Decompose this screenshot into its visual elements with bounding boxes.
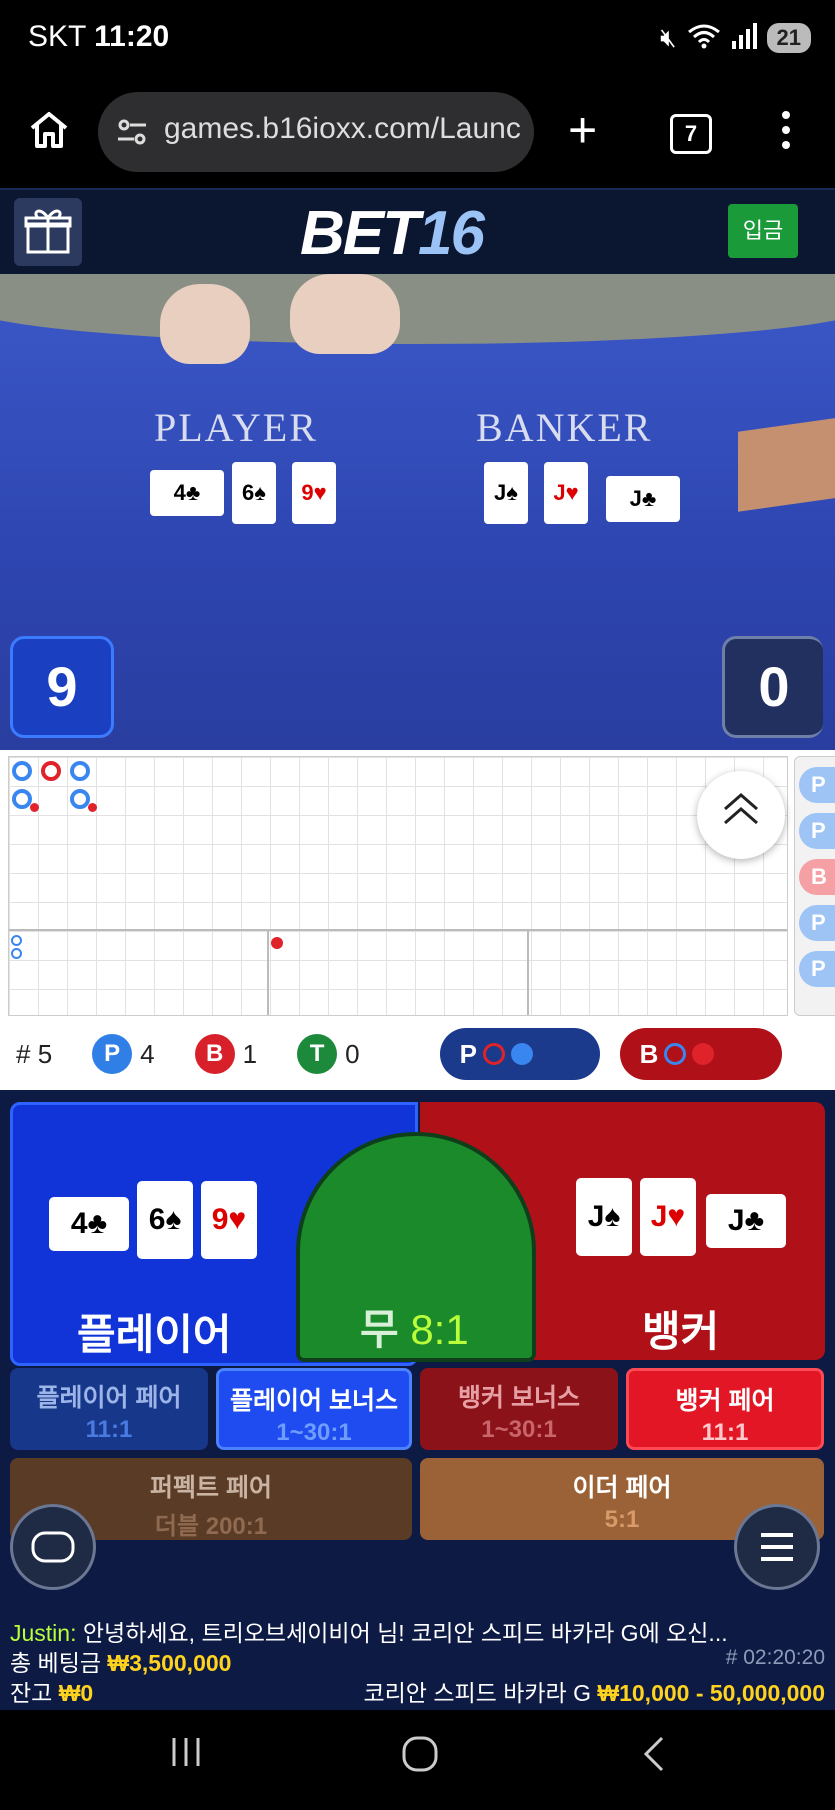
betting-board: 4♣ 6♠ 9♥ 플레이어 J♠ J♥ J♣ 뱅커 무 8:1 플레이어 페어 1… (0, 1090, 835, 1710)
card-shoe (738, 416, 835, 512)
roadmap-panel: P P B P P # 5 P 4 B 1 T 0 P B (0, 750, 835, 1090)
banker-pair-bet[interactable]: 뱅커 페어 11:1 (626, 1368, 824, 1450)
banker-bonus-bet[interactable]: 뱅커 보너스 1~30:1 (420, 1368, 618, 1450)
recent-result: P (799, 813, 835, 849)
tie-count-badge: T (297, 1034, 338, 1074)
android-nav-bar (0, 1710, 835, 1810)
chat-message: Justin: 안녕하세요, 트리오브세이비어 님! 코리안 스피드 바카라 G… (10, 1620, 728, 1646)
road-player (12, 761, 32, 781)
collapse-roadmap-button[interactable] (697, 771, 785, 859)
banker-count-badge: B (194, 1034, 235, 1074)
recent-result: P (799, 905, 835, 941)
browser-toolbar: games.b16ioxx.com/Launcl + 7 (0, 78, 835, 188)
video-player-card-2: 6♠ (232, 462, 276, 524)
site-header: BET16 입금 (0, 188, 835, 276)
road-banker (41, 761, 61, 781)
address-bar[interactable]: games.b16ioxx.com/Launcl (98, 92, 534, 172)
recent-result: P (799, 951, 835, 987)
banker-count: 1 (242, 1038, 258, 1069)
chat-icon (31, 1531, 75, 1563)
home-nav-icon[interactable] (400, 1734, 440, 1784)
road-player (12, 789, 32, 809)
bet16-logo: BET16 (300, 199, 485, 268)
small-road-player (11, 948, 22, 959)
recent-apps-icon[interactable] (168, 1734, 204, 1780)
bet-player-card-2: 6♠ (137, 1181, 193, 1259)
player-score: 9 (10, 636, 114, 738)
small-road-player (11, 935, 22, 946)
bet-banker-card-3: J♣ (706, 1194, 786, 1248)
battery-icon: 21 (766, 23, 811, 53)
table-edge (0, 274, 835, 344)
chevron-up-icon (724, 793, 758, 825)
dealer-hand-left (160, 284, 250, 364)
banker-predict-button[interactable]: B (619, 1028, 782, 1080)
bet-player-card-3: 9♥ (201, 1181, 257, 1259)
site-settings-icon[interactable] (116, 116, 148, 153)
round-stats: # 5 P 4 B 1 T 0 P B (0, 1018, 835, 1090)
url-text[interactable]: games.b16ioxx.com/Launcl (164, 112, 520, 146)
status-bar: SKT 11:20 🔇︎ 21 (0, 0, 835, 78)
player-bet-label: 플레이어 (77, 1311, 232, 1358)
predict-blue-dot (510, 1043, 533, 1065)
banker-score: 0 (722, 636, 823, 738)
road-player (70, 789, 90, 809)
player-count: 4 (140, 1038, 155, 1069)
status-carrier: SKT 11:20 (28, 20, 170, 53)
player-pair-bet[interactable]: 플레이어 페어 11:1 (10, 1368, 208, 1450)
video-player-card-3: 9♥ (292, 462, 336, 524)
gift-icon (24, 209, 72, 254)
player-bonus-bet[interactable]: 플레이어 보너스 1~30:1 (216, 1368, 412, 1450)
chat-button[interactable] (10, 1504, 96, 1590)
banker-bet-label: 뱅커 (642, 1308, 720, 1355)
more-menu-icon[interactable] (780, 110, 792, 155)
video-banker-card-1: J♠ (484, 462, 528, 524)
video-banker-card-3: J♣ (606, 476, 680, 522)
bet-banker-card-2: J♥ (640, 1178, 696, 1256)
bet-player-card-1: 4♣ (49, 1197, 129, 1251)
player-count-badge: P (92, 1034, 133, 1074)
player-predict-button[interactable]: P (439, 1028, 600, 1080)
live-video: PLAYER BANKER 4♣ 6♠ 9♥ J♠ J♥ J♣ 9 0 (0, 274, 835, 750)
recent-results-column: P P B P P (794, 756, 835, 1016)
tie-count: 0 (345, 1038, 360, 1069)
predict-blue-ring (664, 1043, 687, 1065)
signal-icon (731, 22, 757, 54)
predict-red-dot (692, 1043, 715, 1065)
recent-result: P (799, 767, 835, 803)
total-bet: 총 베팅금 ₩3,500,000 (10, 1650, 232, 1676)
new-tab-icon[interactable]: + (568, 105, 597, 155)
tie-bet-area[interactable]: 무 8:1 (296, 1132, 536, 1362)
gift-button[interactable] (14, 198, 82, 266)
player-area-label: PLAYER (154, 405, 318, 450)
home-icon[interactable] (28, 110, 70, 155)
video-banker-card-2: J♥ (544, 462, 588, 524)
recent-result: B (799, 859, 835, 895)
predict-red-ring (482, 1043, 505, 1065)
hamburger-icon (761, 1533, 793, 1561)
small-road-banker (271, 937, 283, 949)
tie-bet-label: 무 8:1 (360, 1306, 469, 1353)
balance: 잔고 ₩0 (10, 1680, 94, 1706)
menu-button[interactable] (734, 1504, 820, 1590)
game-id: # 02:20:20 (725, 1646, 825, 1669)
roadmap-grid (8, 756, 788, 1016)
status-icons: 🔇︎ 21 (660, 22, 811, 54)
video-player-card-1: 4♣ (150, 470, 224, 516)
back-icon[interactable] (640, 1734, 668, 1784)
deposit-button[interactable]: 입금 (728, 204, 798, 258)
dealer-hand-right (290, 274, 400, 354)
tab-switcher-button[interactable]: 7 (670, 114, 712, 154)
wifi-icon (687, 23, 721, 54)
round-number: # 5 (16, 1038, 53, 1069)
banker-area-label: BANKER (476, 405, 653, 450)
bet-banker-card-1: J♠ (576, 1178, 632, 1256)
table-info: 코리안 스피드 바카라 G ₩10,000 - 50,000,000 (363, 1680, 825, 1706)
road-pair-dot (30, 803, 39, 812)
road-pair-dot (88, 803, 97, 812)
mute-icon: 🔇︎ (660, 22, 677, 52)
road-player (70, 761, 90, 781)
